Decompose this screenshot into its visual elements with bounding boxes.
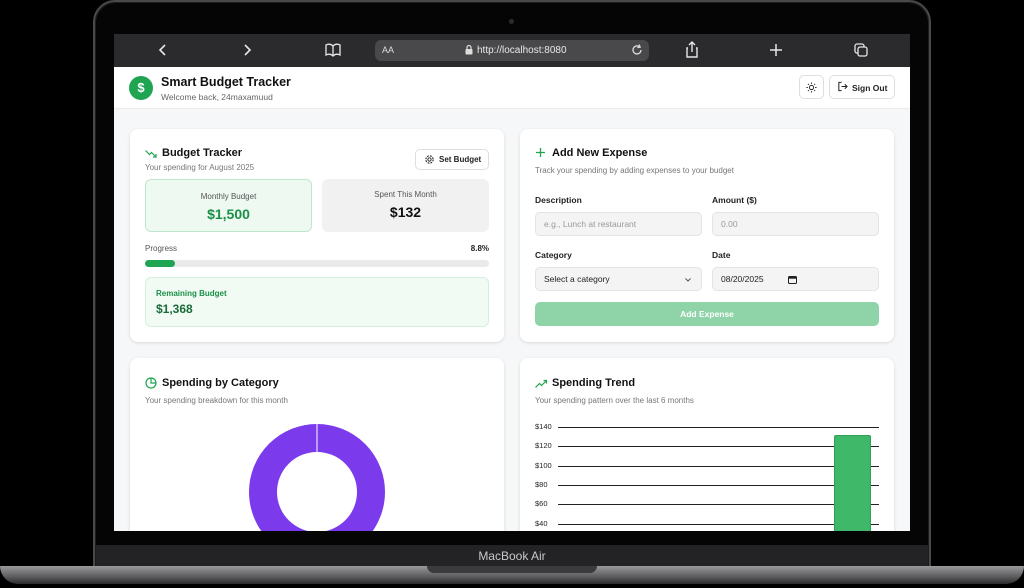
add-expense-button[interactable]: Add Expense <box>535 302 879 326</box>
expense-card-subtitle: Track your spending by adding expenses t… <box>535 166 734 175</box>
sign-out-icon <box>837 81 848 94</box>
budget-card-title: Budget Tracker <box>162 147 243 159</box>
date-input[interactable]: 08/20/2025 <box>712 267 879 291</box>
back-icon[interactable] <box>156 40 170 60</box>
gear-icon <box>424 154 435 167</box>
grid-line <box>558 427 879 428</box>
welcome-text: Welcome back, 24maxamuud <box>161 92 273 102</box>
chevron-down-icon <box>684 268 692 290</box>
calendar-icon[interactable] <box>788 268 797 290</box>
category-card-title: Spending by Category <box>162 377 279 389</box>
laptop-chin: MacBook Air <box>96 545 928 567</box>
grid-line <box>558 446 879 448</box>
reader-aa[interactable]: AA <box>382 45 394 55</box>
screen: AA http://localhost:8080 $ Smart Budget … <box>114 34 910 531</box>
category-label: Category <box>535 250 572 260</box>
description-input[interactable]: e.g., Lunch at restaurant <box>535 212 702 236</box>
remaining-value: $1,368 <box>156 302 193 316</box>
set-budget-button[interactable]: Set Budget <box>415 149 489 170</box>
app-title: Smart Budget Tracker <box>161 75 291 89</box>
browser-toolbar: AA http://localhost:8080 <box>114 34 910 67</box>
monthly-budget-label: Monthly Budget <box>200 192 257 201</box>
spending-trend-chart: $140 $120 $100 $80 $60 $40 <box>520 358 894 531</box>
budget-tracker-card: Budget Tracker Your spending for August … <box>130 129 504 342</box>
y-tick-label: $40 <box>535 518 548 528</box>
grid-line <box>558 484 879 486</box>
monthly-budget-value: $1,500 <box>207 206 250 222</box>
amount-label: Amount ($) <box>712 195 757 205</box>
remaining-budget-box: Remaining Budget $1,368 <box>145 277 489 327</box>
sun-icon <box>806 82 817 93</box>
spending-trend-card: Spending Trend Your spending pattern ove… <box>520 358 894 531</box>
url-text: http://localhost:8080 <box>477 45 567 56</box>
dollar-logo-icon: $ <box>129 76 153 100</box>
remaining-label: Remaining Budget <box>156 289 227 298</box>
app-root: $ Smart Budget Tracker Welcome back, 24m… <box>114 67 910 531</box>
sign-out-button[interactable]: Sign Out <box>829 75 895 99</box>
progress-fill <box>145 260 176 267</box>
pie-chart-icon <box>145 376 157 394</box>
tabs-overview-icon[interactable] <box>853 40 869 60</box>
trending-down-icon <box>145 146 157 164</box>
progress-bar <box>145 260 489 267</box>
category-select[interactable]: Select a category <box>535 267 702 291</box>
grid-line <box>558 465 879 467</box>
trend-bar[interactable] <box>833 434 871 531</box>
address-bar[interactable]: AA http://localhost:8080 <box>375 40 649 61</box>
add-expense-card: Add New Expense Track your spending by a… <box>520 129 894 342</box>
spending-by-category-card: Spending by Category Your spending break… <box>130 358 504 531</box>
camera-icon <box>509 19 514 24</box>
set-budget-label: Set Budget <box>439 155 482 164</box>
theme-toggle-button[interactable] <box>799 75 824 99</box>
y-tick-label: $60 <box>535 499 548 509</box>
laptop-notch <box>427 566 597 573</box>
amount-input[interactable]: 0.00 <box>712 212 879 236</box>
y-tick-label: $120 <box>535 441 552 451</box>
spent-this-month-stat: Spent This Month $132 <box>322 179 489 232</box>
y-tick-label: $100 <box>535 460 552 470</box>
sign-out-label: Sign Out <box>852 83 888 93</box>
plus-icon <box>535 145 546 163</box>
app-header: $ Smart Budget Tracker Welcome back, 24m… <box>114 67 910 109</box>
category-select-value: Select a category <box>544 274 610 284</box>
budget-card-subtitle: Your spending for August 2025 <box>145 163 255 172</box>
date-label: Date <box>712 250 731 260</box>
bookmarks-icon[interactable] <box>324 40 342 60</box>
new-tab-icon[interactable] <box>769 40 783 60</box>
category-card-subtitle: Your spending breakdown for this month <box>145 396 288 405</box>
progress-percent: 8.8% <box>470 244 489 253</box>
reload-icon[interactable] <box>630 43 644 60</box>
spent-label: Spent This Month <box>374 190 437 199</box>
y-tick-label: $140 <box>535 422 552 431</box>
grid-line <box>558 504 879 506</box>
grid-line <box>558 523 879 525</box>
category-donut-chart <box>249 424 385 531</box>
forward-icon[interactable] <box>240 40 254 60</box>
spent-value: $132 <box>389 204 422 220</box>
description-label: Description <box>535 195 582 205</box>
expense-card-title: Add New Expense <box>552 147 648 159</box>
y-tick-label: $80 <box>535 479 548 489</box>
lock-icon <box>465 44 473 58</box>
date-value: 08/20/2025 <box>721 274 764 284</box>
monthly-budget-stat: Monthly Budget $1,500 <box>145 179 312 232</box>
share-icon[interactable] <box>684 40 700 60</box>
device-label: MacBook Air <box>478 549 546 563</box>
progress-label: Progress <box>145 244 178 253</box>
